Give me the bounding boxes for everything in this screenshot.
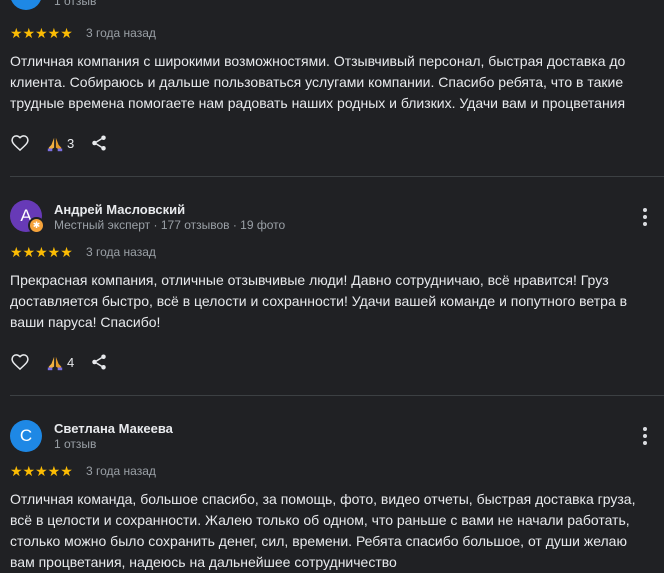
reaction-count: 3 xyxy=(67,136,75,151)
review-actions: 4 xyxy=(10,352,130,374)
reviewer-name[interactable]: Светлана Макеева xyxy=(54,421,173,436)
avatar[interactable]: С xyxy=(10,420,42,452)
rating-stars: ★★★★★ xyxy=(10,244,73,260)
rating-stars: ★★★★★ xyxy=(10,25,73,41)
divider xyxy=(10,176,664,177)
review-text: Отличная команда, большое спасибо, за по… xyxy=(10,491,636,570)
review-date: 3 года назад xyxy=(86,464,156,478)
share-icon[interactable] xyxy=(90,134,108,152)
divider xyxy=(10,395,664,396)
rating-stars: ★★★★★ xyxy=(10,463,73,479)
review-text: Отличная компания с широкими возможностя… xyxy=(10,53,626,111)
more-vertical-icon[interactable] xyxy=(636,425,654,447)
review-text: Прекрасная компания, отличные отзывчивые… xyxy=(10,272,628,330)
heart-icon[interactable] xyxy=(10,352,30,372)
avatar-letter: С xyxy=(19,426,33,445)
reviewer-meta: Местный эксперт · 177 отзывов · 19 фото xyxy=(54,218,286,232)
heart-icon[interactable] xyxy=(10,133,30,153)
more-vertical-icon[interactable] xyxy=(636,206,654,228)
avatar[interactable] xyxy=(10,0,42,10)
praying-hands-icon[interactable] xyxy=(46,354,64,372)
reviewer-name[interactable]: Андрей Масловский xyxy=(54,202,185,217)
reviewer-meta: 1 отзыв xyxy=(54,0,97,8)
share-icon[interactable] xyxy=(90,353,108,371)
review-actions: 3 xyxy=(10,133,130,155)
reviewer-meta: 1 отзыв xyxy=(54,437,97,451)
review-date: 3 года назад xyxy=(86,245,156,259)
review-date: 3 года назад xyxy=(86,26,156,40)
praying-hands-icon[interactable] xyxy=(46,135,64,153)
avatar[interactable]: А ✱ xyxy=(10,200,45,234)
reaction-count: 4 xyxy=(67,355,75,370)
local-guide-badge-icon: ✱ xyxy=(28,217,45,234)
